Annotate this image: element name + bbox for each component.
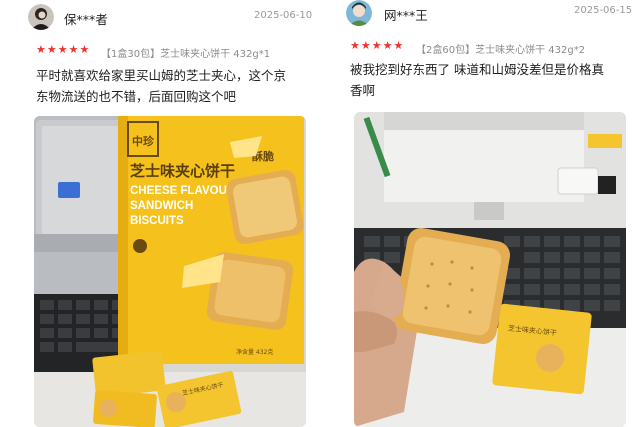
- review-card-1: 保***者 2025-06-10 ★ ★ ★ ★ ★ 【1盒30包】芝士味夹心饼…: [0, 0, 320, 427]
- box-net-weight: 净含量 432克: [236, 348, 273, 356]
- star-icon: ★: [371, 39, 382, 52]
- star-icon: ★: [360, 39, 371, 52]
- review-photo[interactable]: 芝士味夹心饼干: [354, 112, 626, 427]
- username[interactable]: 保***者: [64, 9, 108, 28]
- star-icon: ★: [46, 43, 57, 56]
- review-text-line: 被我挖到好东西了 味道和山姆没差但是价格真: [350, 62, 604, 77]
- brand-mark: 中珍: [132, 134, 155, 148]
- box-title-cn: 芝士味夹心饼干: [130, 162, 235, 180]
- review-text: 被我挖到好东西了 味道和山姆没差但是价格真 香啊: [350, 59, 636, 101]
- avatar[interactable]: [28, 4, 54, 30]
- review-text-line: 平时就喜欢给家里买山姆的芝士夹心，这个京: [36, 68, 287, 83]
- box-title-en-2: SANDWICH: [130, 200, 193, 212]
- review-text-line: 东物流送的也不错，后面回购这个吧: [36, 89, 237, 104]
- avatar[interactable]: [346, 0, 372, 26]
- star-icon: ★: [57, 43, 68, 56]
- username[interactable]: 网***王: [384, 5, 428, 24]
- star-icon: ★: [36, 43, 46, 56]
- star-icon: ★: [350, 39, 360, 52]
- star-icon: ★: [382, 39, 393, 52]
- star-icon: ★: [68, 43, 79, 56]
- box-title-en-3: BISCUITS: [130, 215, 184, 227]
- review-date: 2025-06-10: [254, 10, 313, 21]
- review-text: 平时就喜欢给家里买山姆的芝士夹心，这个京 东物流送的也不错，后面回购这个吧: [36, 65, 316, 107]
- product-spec: 【1盒30包】芝士味夹心饼干 432g*1: [101, 49, 271, 60]
- star-icon: ★: [79, 43, 90, 56]
- review-date: 2025-06-15: [574, 5, 633, 16]
- review-text-line: 香啊: [350, 83, 376, 98]
- product-spec: 【2盒60包】芝士味夹心饼干 432g*2: [416, 45, 586, 56]
- review-card-2: 网***王 2025-06-15 ★ ★ ★ ★ ★ 【2盒60包】芝士味夹心饼…: [334, 0, 640, 427]
- star-rating: ★ ★ ★ ★ ★: [350, 40, 403, 52]
- review-photo[interactable]: 中珍 酥脆 芝士味夹心饼干 CHEESE FLAVOUR SANDWICH BI…: [34, 116, 306, 427]
- box-title-en-1: CHEESE FLAVOUR: [130, 185, 236, 197]
- star-icon: ★: [393, 39, 404, 52]
- star-rating: ★ ★ ★ ★ ★: [36, 44, 89, 56]
